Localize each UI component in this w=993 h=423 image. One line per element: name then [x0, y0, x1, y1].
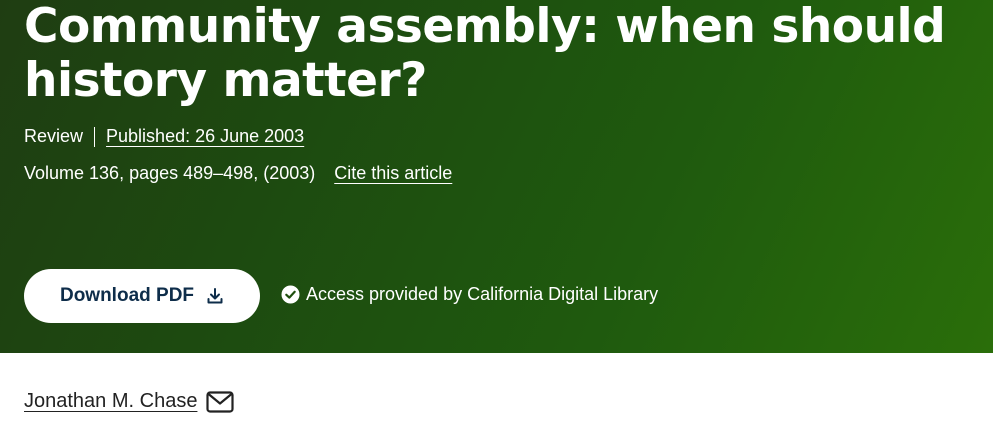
article-header: Community assembly: when should history … [0, 0, 993, 353]
download-pdf-label: Download PDF [59, 285, 195, 306]
published-date-link[interactable]: Published: 26 June 2003 [106, 126, 304, 147]
cite-article-link[interactable]: Cite this article [334, 163, 452, 184]
access-notice: Access provided by California Digital Li… [281, 284, 658, 305]
download-pdf-button[interactable]: Download PDF [24, 269, 260, 323]
mail-icon[interactable] [206, 390, 235, 413]
access-text: Access provided by California Digital Li… [306, 284, 659, 304]
article-citation-row: Volume 136, pages 489–498, (2003) Cite t… [24, 163, 452, 184]
article-meta-row: Review Published: 26 June 2003 [24, 126, 304, 147]
author-link[interactable]: Jonathan M. Chase [24, 390, 197, 413]
check-circle-icon [281, 285, 300, 304]
article-type: Review [24, 126, 84, 146]
download-icon [206, 287, 224, 305]
author-list: Jonathan M. Chase [24, 390, 235, 413]
volume-info: Volume 136, pages 489–498, (2003) [24, 163, 316, 183]
meta-separator [94, 126, 96, 147]
article-title: Community assembly: when should history … [24, 0, 946, 108]
